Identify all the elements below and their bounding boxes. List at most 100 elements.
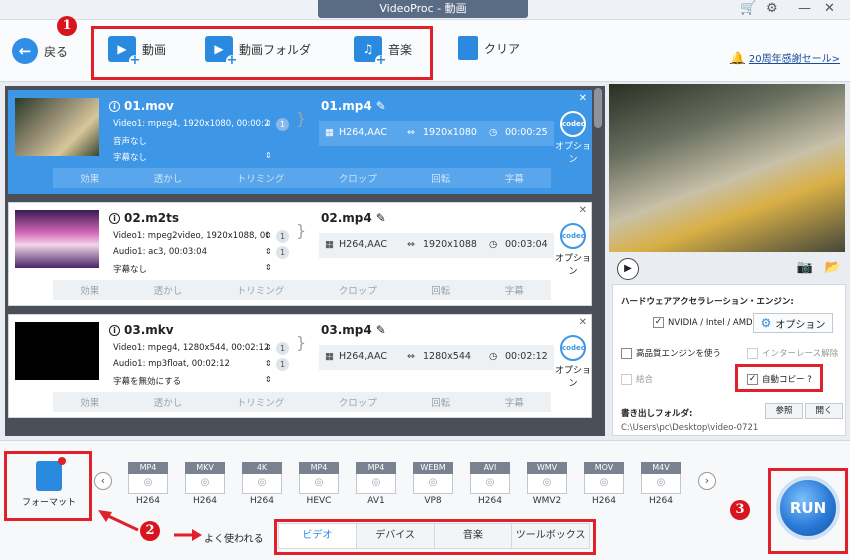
watermark-button[interactable]: 透かし: [154, 395, 183, 409]
preset-item[interactable]: MKV ◎ H264: [185, 462, 225, 506]
snapshot-icon[interactable]: 📷: [797, 260, 813, 275]
preset-item[interactable]: WMV ◎ WMV2: [527, 462, 567, 506]
video-icon: ▶ +: [108, 36, 141, 67]
add-music-button[interactable]: ♫ + 音楽: [354, 36, 412, 67]
info-icon[interactable]: i: [109, 212, 120, 224]
video-track-select-icon[interactable]: ⇕: [265, 231, 272, 240]
preset-item[interactable]: AVI ◎ H264: [470, 462, 510, 506]
hw-option-button[interactable]: ⚙ オプション: [753, 313, 833, 333]
remove-file-icon[interactable]: ✕: [579, 205, 587, 216]
preset-prev-icon[interactable]: ‹: [94, 472, 112, 490]
effect-button[interactable]: 効果: [80, 283, 99, 297]
edit-name-icon[interactable]: ✎: [376, 211, 386, 225]
audio-track-select-icon[interactable]: ⇕: [265, 247, 272, 256]
crop-button[interactable]: クロップ: [339, 395, 377, 409]
preset-item[interactable]: WEBM ◎ VP8: [413, 462, 453, 506]
open-folder-button[interactable]: 開く: [805, 403, 843, 419]
tab-device[interactable]: デバイス: [357, 524, 435, 548]
video-track[interactable]: Video1: mpeg4, 1280x544, 00:02:12: [113, 343, 268, 353]
file-card[interactable]: i 02.m2ts Video1: mpeg2video, 1920x1088,…: [8, 202, 592, 306]
video-track-select-icon[interactable]: ⇕: [265, 119, 272, 128]
close-window-icon[interactable]: ✕: [824, 2, 835, 16]
video-track-select-icon[interactable]: ⇕: [265, 343, 272, 352]
browse-button[interactable]: 参照: [765, 403, 803, 419]
preset-next-icon[interactable]: ›: [698, 472, 716, 490]
crop-button[interactable]: クロップ: [339, 171, 377, 185]
file-card[interactable]: i 01.mov Video1: mpeg4, 1920x1080, 00:00…: [8, 90, 592, 194]
video-preview[interactable]: [609, 84, 845, 252]
film-icon: ▦: [325, 127, 334, 138]
merge-checkbox[interactable]: 結合: [621, 373, 653, 385]
edit-name-icon[interactable]: ✎: [376, 323, 386, 337]
window-title: VideoProc - 動画: [318, 0, 528, 18]
tab-video[interactable]: ビデオ: [279, 524, 357, 548]
info-icon[interactable]: i: [109, 324, 120, 336]
preset-item[interactable]: MP4 ◎ HEVC: [299, 462, 339, 506]
film-reel-icon: ◎: [470, 474, 510, 494]
codec-option-button[interactable]: codec オプション: [553, 335, 593, 389]
minimize-icon[interactable]: —: [798, 2, 811, 16]
subtitle-select-icon[interactable]: ⇕: [265, 151, 272, 160]
common-tab[interactable]: よく使われる: [204, 530, 264, 545]
watermark-button[interactable]: 透かし: [154, 283, 183, 297]
subtitle-button[interactable]: 字幕: [505, 395, 524, 409]
checkbox-icon: ✓: [653, 317, 664, 328]
rotate-button[interactable]: 回転: [431, 171, 450, 185]
deinterlace-checkbox[interactable]: インターレース解除: [747, 347, 838, 359]
rotate-button[interactable]: 回転: [431, 395, 450, 409]
info-icon[interactable]: i: [109, 100, 120, 112]
promo-link[interactable]: 🔔 20周年感謝セール>: [730, 50, 840, 66]
preset-item[interactable]: MP4 ◎ AV1: [356, 462, 396, 506]
video-track[interactable]: Video1: mpeg4, 1920x1080, 00:00:25: [113, 119, 268, 129]
codec-option-button[interactable]: codec オプション: [553, 223, 593, 277]
trim-button[interactable]: トリミング: [237, 171, 285, 185]
settings-icon[interactable]: ⚙: [766, 2, 778, 16]
subtitle-button[interactable]: 字幕: [505, 171, 524, 185]
play-icon[interactable]: ▶: [617, 258, 639, 280]
trim-button[interactable]: トリミング: [237, 283, 285, 297]
edit-name-icon[interactable]: ✎: [376, 99, 386, 113]
folder-open-icon[interactable]: 📂: [825, 260, 841, 275]
checkbox-icon: [621, 348, 632, 359]
track-count: 1: [276, 342, 289, 355]
preset-item[interactable]: MP4 ◎ H264: [128, 462, 168, 506]
add-folder-button[interactable]: ▶ + 動画フォルダ: [205, 36, 311, 67]
effect-button[interactable]: 効果: [80, 171, 99, 185]
effect-button[interactable]: 効果: [80, 395, 99, 409]
back-button[interactable]: ← 戻る: [12, 38, 68, 64]
subtitle-button[interactable]: 字幕: [505, 283, 524, 297]
list-scrollbar[interactable]: [594, 88, 602, 128]
hq-engine-checkbox[interactable]: 高品質エンジンを使う: [621, 347, 721, 359]
audio-track[interactable]: 音声なし: [113, 135, 268, 147]
cart-icon[interactable]: 🛒: [740, 2, 756, 16]
rotate-button[interactable]: 回転: [431, 283, 450, 297]
add-video-button[interactable]: ▶ + 動画: [108, 36, 166, 67]
preset-item[interactable]: MOV ◎ H264: [584, 462, 624, 506]
tab-toolbox[interactable]: ツールボックス: [512, 524, 589, 548]
trim-button[interactable]: トリミング: [237, 395, 285, 409]
audio-track-select-icon[interactable]: ⇕: [265, 359, 272, 368]
preset-item[interactable]: 4K ◎ H264: [242, 462, 282, 506]
hw-accel-checkbox[interactable]: ✓ NVIDIA / Intel / AMD: [653, 317, 753, 328]
remove-file-icon[interactable]: ✕: [579, 93, 587, 104]
watermark-button[interactable]: 透かし: [154, 171, 183, 185]
video-track[interactable]: Video1: mpeg2video, 1920x1088, 00:...: [113, 231, 268, 241]
file-card[interactable]: i 03.mkv Video1: mpeg4, 1280x544, 00:02:…: [8, 314, 592, 418]
subtitle-track[interactable]: 字幕なし: [113, 151, 268, 163]
remove-file-icon[interactable]: ✕: [579, 317, 587, 328]
subtitle-track[interactable]: 字幕なし: [113, 263, 268, 275]
format-button[interactable]: フォーマット: [14, 455, 84, 517]
clear-label: クリア: [484, 41, 521, 56]
codec-option-button[interactable]: codec オプション: [553, 111, 593, 165]
clear-button[interactable]: クリア: [458, 36, 520, 60]
preset-item[interactable]: M4V ◎ H264: [641, 462, 681, 506]
subtitle-track[interactable]: 字幕を無効にする: [113, 375, 268, 387]
subtitle-select-icon[interactable]: ⇕: [265, 375, 272, 384]
tab-music[interactable]: 音楽: [435, 524, 513, 548]
crop-button[interactable]: クロップ: [339, 283, 377, 297]
audio-track[interactable]: Audio1: mp3float, 00:02:12: [113, 359, 268, 369]
auto-copy-checkbox[interactable]: ✓ 自動コピー ?: [747, 373, 812, 385]
run-button[interactable]: RUN: [776, 476, 840, 540]
audio-track[interactable]: Audio1: ac3, 00:03:04: [113, 247, 268, 257]
subtitle-select-icon[interactable]: ⇕: [265, 263, 272, 272]
